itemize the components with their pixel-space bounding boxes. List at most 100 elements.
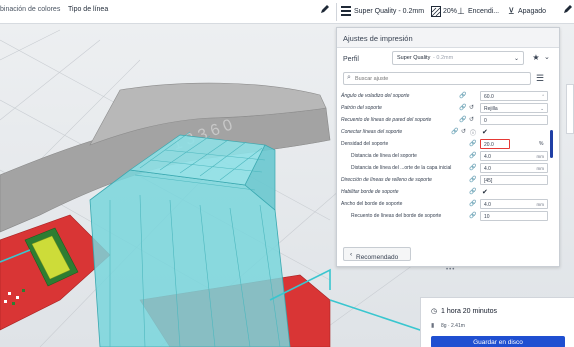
setting-unit: % — [539, 141, 544, 147]
setting-value: 4.0 — [484, 201, 491, 208]
infill-icon — [431, 6, 441, 19]
chevron-down-icon[interactable]: ⌄ — [544, 52, 556, 64]
setting-row[interactable]: Conectar líneas del soporte 🔗 ↺ ⓘ ✔ — [337, 126, 551, 138]
adhesion-status[interactable]: Apagado — [518, 8, 546, 15]
setting-row[interactable]: Habilitar borde de soporte 🔗 ✔ — [337, 186, 551, 198]
setting-value: 10 — [484, 213, 490, 220]
setting-row[interactable]: Recuento de líneas de pared del soporte … — [337, 114, 551, 126]
recommended-button[interactable]: ‹ Recomendado — [343, 247, 411, 261]
support-density-field[interactable]: 20.0 — [480, 139, 510, 149]
link-icon: 🔗 — [451, 129, 459, 135]
setting-unit: mm — [536, 201, 545, 207]
link-icon: 🔗 — [469, 213, 477, 219]
setting-row[interactable]: Recuento de líneas del borde de soporte … — [337, 210, 551, 222]
star-icon[interactable]: ★ — [530, 52, 542, 64]
print-settings-icon[interactable] — [341, 5, 351, 19]
setting-value: 60.0 — [484, 93, 494, 100]
recommended-label: ‹ Recomendado — [350, 251, 399, 261]
pencil-icon[interactable] — [563, 4, 574, 18]
3d-viewport[interactable]: 1 3 3 6 0 binación de colores Tipo de lí… — [0, 0, 574, 347]
settings-search[interactable]: ⌕ — [343, 72, 531, 85]
support-status[interactable]: Encendi... — [468, 8, 499, 15]
search-icon: ⌕ — [347, 74, 351, 81]
setting-unit: ° — [542, 93, 544, 99]
list-menu-icon[interactable]: ☰ — [536, 73, 544, 84]
setting-field[interactable]: 4.0 mm — [480, 199, 548, 209]
setting-row[interactable]: Distancia de línea del ...orte de la cap… — [337, 162, 551, 174]
setting-value: Rejilla — [484, 105, 498, 112]
settings-list[interactable]: Ángulo de voladizo del soporte 🔗 60.0 ° … — [337, 90, 551, 240]
setting-label: Habilitar borde de soporte — [341, 189, 399, 195]
support-icon: ⊥ — [457, 6, 465, 16]
save-to-disk-button[interactable]: Guardar en disco — [431, 336, 565, 347]
setting-unit: mm — [536, 153, 545, 159]
profile-suffix: - 0.2mm — [433, 55, 454, 61]
print-profile-summary[interactable]: Super Quality - 0.2mm — [354, 8, 424, 15]
reset-icon[interactable]: ↺ — [469, 116, 474, 123]
clock-icon: ◷ — [431, 308, 438, 315]
print-estimate-panel: ◷ 1 hora 20 minutos ▮ 8g · 2.41m Guardar… — [420, 297, 574, 347]
setting-label: Recuento de líneas del borde de soporte — [351, 213, 442, 219]
panel-header: Ajustes de impresión — [337, 28, 559, 48]
setting-label: Recuento de líneas de pared del soporte — [341, 117, 432, 123]
link-icon: 🔗 — [459, 105, 467, 111]
setting-row[interactable]: Dirección de líneas de relleno de soport… — [337, 174, 551, 186]
setting-value: 0 — [484, 117, 487, 124]
checkbox-checked[interactable]: ✔ — [482, 128, 488, 136]
link-icon: 🔗 — [469, 165, 477, 171]
setting-label: Dirección de líneas de relleno de soport… — [341, 177, 432, 183]
setting-label: Ángulo de voladizo del soporte — [341, 93, 410, 99]
setting-value: 20.0 — [484, 141, 494, 148]
infill-percent: 20% — [443, 8, 458, 15]
right-side-toolbar[interactable] — [566, 84, 574, 134]
stage-header: binación de colores Tipo de línea Super … — [0, 0, 574, 24]
profile-value: Super Quality — [397, 55, 431, 61]
setting-row[interactable]: Ángulo de voladizo del soporte 🔗 60.0 ° — [337, 90, 551, 102]
setting-field[interactable]: 10 — [480, 211, 548, 221]
info-icon[interactable]: ⓘ — [470, 128, 476, 137]
link-icon: 🔗 — [469, 189, 477, 195]
link-icon: 🔗 — [459, 117, 467, 123]
setting-label: Distancia de línea del soporte — [351, 153, 417, 159]
setting-row[interactable]: Ancho del borde de soporte 🔗 4.0 mm — [337, 198, 551, 210]
setting-row[interactable]: Densidad del soporte 🔗 20.0 % — [337, 138, 551, 150]
material-amount: 8g · 2.41m — [441, 323, 465, 329]
link-icon: 🔗 — [469, 201, 477, 207]
more-dots-icon[interactable]: ••• — [446, 267, 455, 273]
profile-dropdown[interactable]: Super Quality - 0.2mm ⌄ — [392, 51, 524, 65]
pencil-icon[interactable] — [320, 4, 332, 18]
setting-field[interactable]: 0 — [480, 115, 548, 125]
chevron-down-icon: ⌄ — [513, 56, 519, 62]
panel-title: Ajustes de impresión — [343, 34, 413, 43]
adhesion-icon: ⊻ — [508, 6, 515, 16]
setting-label: Distancia de línea del ...orte de la cap… — [351, 165, 452, 171]
link-icon: 🔗 — [459, 93, 467, 99]
setting-field[interactable]: 60.0 ° — [480, 91, 548, 101]
link-icon: 🔗 — [469, 141, 477, 147]
setting-value: [45] — [484, 177, 493, 184]
save-button-label: Guardar en disco — [473, 339, 523, 346]
setting-label: Densidad del soporte — [341, 141, 389, 147]
setting-select[interactable]: Rejilla ⌄ — [480, 103, 548, 113]
reset-icon[interactable]: ↺ — [469, 104, 474, 111]
setting-field[interactable]: [45] — [480, 175, 548, 185]
setting-label: Conectar líneas del soporte — [341, 129, 403, 135]
link-icon: 🔗 — [469, 153, 477, 159]
setting-field[interactable]: 4.0 mm — [480, 151, 548, 161]
profile-label: Perfil — [343, 56, 359, 63]
color-scheme-label[interactable]: binación de colores — [0, 6, 60, 13]
setting-row[interactable]: Patrón del soporte 🔗 ↺ Rejilla ⌄ — [337, 102, 551, 114]
setting-row[interactable]: Distancia de línea del soporte 🔗 4.0 mm — [337, 150, 551, 162]
checkbox-checked[interactable]: ✔ — [482, 188, 488, 196]
setting-field[interactable]: 4.0 mm — [480, 163, 548, 173]
print-time: 1 hora 20 minutos — [441, 308, 498, 315]
search-input[interactable] — [355, 74, 525, 84]
setting-label: Patrón del soporte — [341, 105, 382, 111]
setting-value: 4.0 — [484, 153, 491, 160]
toolbar-divider — [336, 3, 337, 21]
setting-unit: mm — [536, 165, 545, 171]
line-type-label[interactable]: Tipo de línea — [68, 6, 108, 13]
settings-scrollbar[interactable] — [550, 130, 553, 158]
link-icon: 🔗 — [469, 177, 477, 183]
reset-icon[interactable]: ↺ — [461, 128, 466, 135]
